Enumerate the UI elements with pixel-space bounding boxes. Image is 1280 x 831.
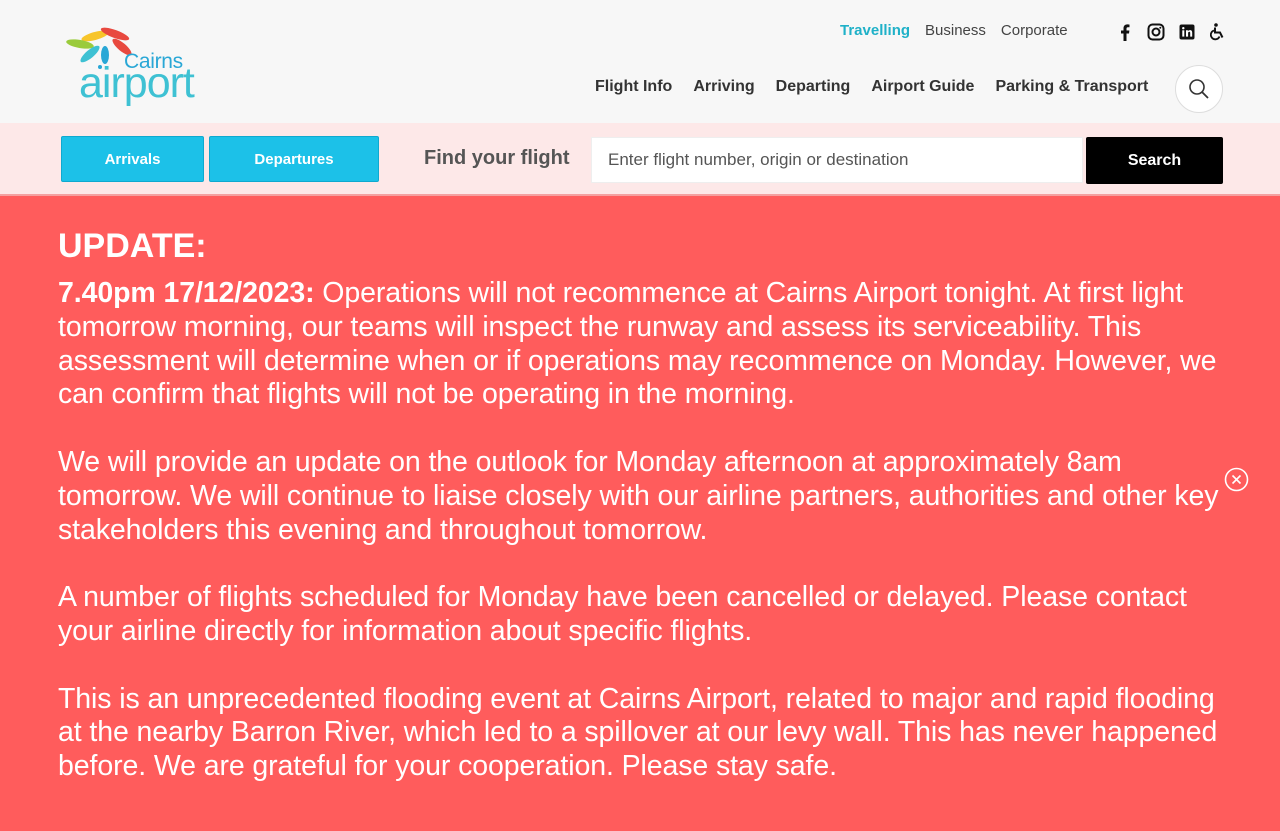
nav-airport-guide[interactable]: Airport Guide: [871, 78, 974, 96]
nav-parking-transport[interactable]: Parking & Transport: [995, 78, 1148, 96]
alert-paragraph: 7.40pm 17/12/2023: Operations will not r…: [58, 277, 1223, 412]
alert-paragraph: We will provide an update on the outlook…: [58, 445, 1219, 546]
nav-travelling[interactable]: Travelling: [840, 22, 910, 39]
linkedin-icon[interactable]: [1177, 22, 1197, 42]
search-icon: [1189, 79, 1209, 99]
site-header: Cairns airport Travelling Business Corpo…: [0, 0, 1280, 123]
alert-heading: UPDATE:: [58, 227, 207, 265]
flight-search-bar: Arrivals Departures Find your flight Sea…: [0, 123, 1280, 196]
arrivals-button[interactable]: Arrivals: [61, 136, 204, 182]
departures-button[interactable]: Departures: [209, 136, 379, 182]
flood-alert-banner: UPDATE: 7.40pm 17/12/2023: Operations wi…: [0, 197, 1280, 831]
alert-paragraph: A number of flights scheduled for Monday…: [58, 581, 1187, 647]
close-icon[interactable]: [1224, 467, 1249, 492]
nav-business[interactable]: Business: [925, 22, 986, 39]
find-flight-label: Find your flight: [424, 147, 570, 169]
main-nav: Flight Info Arriving Departing Airport G…: [595, 78, 1148, 96]
social-links: [1115, 22, 1228, 42]
facebook-icon[interactable]: [1115, 22, 1135, 42]
alert-body: 7.40pm 17/12/2023: Operations will not r…: [58, 277, 1223, 818]
accessibility-icon[interactable]: [1208, 22, 1228, 42]
nav-arriving[interactable]: Arriving: [693, 78, 754, 96]
nav-departing[interactable]: Departing: [776, 78, 851, 96]
alert-timestamp: 7.40pm 17/12/2023:: [58, 277, 315, 309]
alert-paragraph: This is an unprecedented flooding event …: [58, 682, 1218, 783]
nav-corporate[interactable]: Corporate: [1001, 22, 1068, 39]
instagram-icon[interactable]: [1146, 22, 1166, 42]
nav-flight-info[interactable]: Flight Info: [595, 78, 672, 96]
audience-nav: Travelling Business Corporate: [840, 22, 1083, 39]
logo-airport-text: airport: [79, 59, 195, 107]
search-button[interactable]: Search: [1086, 137, 1223, 184]
site-search-button[interactable]: [1175, 65, 1223, 113]
flight-search-input[interactable]: [591, 137, 1083, 183]
